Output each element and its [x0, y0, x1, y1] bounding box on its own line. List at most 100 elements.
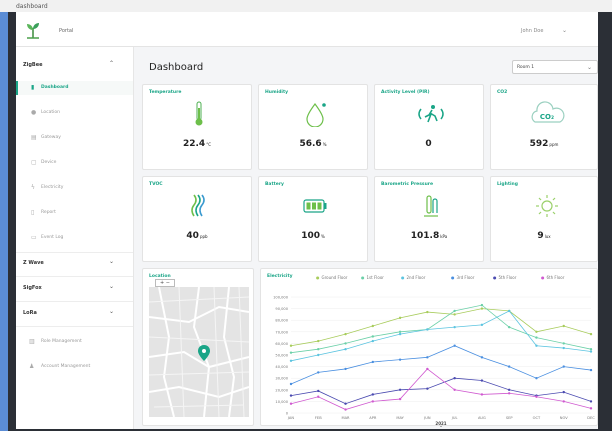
report-icon: ▯: [31, 209, 35, 216]
window-frame-right: [598, 12, 612, 431]
sun-icon: [536, 195, 558, 217]
battery-icon: [303, 199, 327, 213]
data-point: [426, 367, 429, 371]
motion-icon: [418, 105, 444, 123]
data-point: [480, 379, 484, 382]
data-point: [317, 389, 320, 393]
data-point: [344, 332, 347, 336]
sidebar-item-device[interactable]: ▢ Device: [16, 156, 133, 170]
logo-icon[interactable]: [26, 21, 40, 39]
data-point: [535, 330, 538, 333]
sidebar-item-label: Report: [41, 210, 56, 215]
sidebar-item-label: Gateway: [41, 135, 61, 140]
data-point: [453, 388, 456, 391]
x-tick-label: JUL: [451, 416, 458, 420]
co2-card: CO2 CO₂ 592ppm: [490, 84, 598, 170]
bolt-icon: ϟ: [31, 184, 35, 191]
x-tick-label: APR: [369, 416, 377, 420]
card-value: 22.4°C: [182, 139, 211, 149]
data-point: [562, 342, 565, 345]
tvoc-waves-icon: [191, 194, 205, 217]
person-icon: ♟: [29, 363, 35, 370]
data-point: [562, 365, 565, 368]
sidebar-item-location[interactable]: ● Location: [16, 106, 133, 120]
data-point: [371, 339, 375, 343]
series-line: [290, 377, 592, 405]
sidebar-item-electricity[interactable]: ϟ Electricity: [16, 181, 133, 195]
data-point: [317, 339, 320, 343]
sidebar-item-event-log[interactable]: ▭ Event Log: [16, 231, 133, 245]
series-line: [290, 368, 592, 410]
card-title: Temperature: [149, 90, 182, 95]
data-point: [589, 400, 593, 403]
data-point: [344, 408, 347, 411]
droplet-icon: [306, 102, 326, 127]
data-point: [317, 353, 320, 357]
room-select[interactable]: Room 1 ⌄: [512, 60, 598, 74]
card-unit: kPa: [440, 234, 448, 239]
lighting-card: Lighting 9lux: [490, 176, 598, 262]
data-point: [371, 360, 375, 364]
data-point: [480, 356, 484, 359]
data-point: [398, 316, 402, 320]
sidebar-item-role-management[interactable]: ▥ Role Management: [16, 335, 133, 349]
data-point: [317, 371, 320, 374]
card-title: Lighting: [497, 182, 518, 187]
location-map[interactable]: [149, 287, 249, 417]
data-point: [535, 377, 538, 380]
card-value: 56.6%: [299, 139, 327, 149]
data-point: [507, 325, 511, 329]
data-point: [453, 377, 456, 380]
room-select-value: Room 1: [517, 65, 535, 70]
data-point: [589, 368, 593, 372]
card-unit: ppm: [549, 142, 559, 147]
sidebar-group-zigbee[interactable]: ZigBee: [23, 62, 43, 68]
chevron-down-icon[interactable]: ⌄: [562, 27, 567, 34]
data-point: [398, 332, 402, 336]
card-title: Battery: [265, 182, 284, 187]
location-card: Location + −: [142, 268, 254, 426]
card-value: 40ppb: [186, 231, 208, 241]
chevron-down-icon: ⌄: [587, 64, 593, 71]
sidebar-group-lora[interactable]: LoRa: [23, 310, 37, 316]
data-point: [289, 394, 293, 397]
data-point: [344, 367, 347, 371]
bar-chart-icon: ▮: [31, 84, 35, 91]
data-point: [317, 395, 320, 398]
barometric-pressure-card: Barometric Pressure 101.8kPa: [374, 176, 484, 262]
data-point: [344, 402, 347, 405]
sidebar-item-gateway[interactable]: ▤ Gateway: [16, 131, 133, 145]
data-point: [289, 359, 293, 362]
data-point: [371, 335, 375, 338]
top-bar: Portal John Doe ⌄: [16, 12, 598, 47]
sidebar-item-label: Electricity: [41, 185, 64, 190]
y-tick-label: 0: [286, 412, 289, 416]
card-unit: °C: [206, 142, 211, 147]
data-point: [562, 324, 565, 328]
sidebar-item-account-management[interactable]: ♟ Account Management: [16, 360, 133, 374]
building-icon: ▥: [29, 338, 35, 345]
electricity-card: Electricity ● Ground Floor ● 1st Floor ● 2nd …: [260, 268, 598, 427]
user-name[interactable]: John Doe: [521, 28, 543, 34]
sidebar-group-zwave[interactable]: Z Wave: [23, 260, 44, 266]
sidebar-item-report[interactable]: ▯ Report: [16, 206, 133, 220]
chevron-down-icon[interactable]: ⌄: [109, 258, 114, 265]
calendar-icon: ▭: [31, 234, 37, 241]
sidebar-item-label: Dashboard: [41, 85, 69, 90]
map-zoom-control[interactable]: + −: [155, 279, 175, 287]
x-axis-label: S: [440, 426, 443, 427]
card-title: CO2: [497, 90, 508, 95]
sidebar-item-dashboard[interactable]: ▮ Dashboard: [16, 81, 133, 95]
chevron-down-icon[interactable]: ⌄: [109, 308, 114, 315]
data-point: [535, 344, 538, 347]
card-title: Activity Level (PIR): [381, 90, 430, 95]
chevron-up-icon[interactable]: ⌃: [109, 60, 114, 67]
y-tick-label: 10,000: [275, 400, 288, 404]
pin-icon: ●: [31, 109, 37, 116]
data-point: [480, 393, 484, 396]
sidebar-group-sigfox[interactable]: SigFox: [23, 285, 42, 291]
chevron-down-icon[interactable]: ⌄: [109, 283, 114, 290]
gateway-icon: ▤: [31, 134, 37, 141]
x-tick-label: JAN: [287, 416, 294, 420]
series-line: [290, 310, 592, 362]
